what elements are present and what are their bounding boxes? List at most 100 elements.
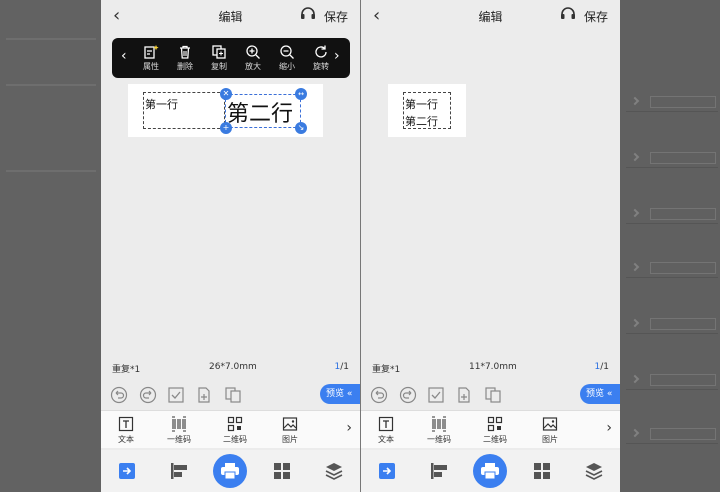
insert-text-button[interactable]: 文本 (369, 416, 403, 445)
repeat-count[interactable]: 重复*1 (372, 362, 400, 375)
zoom-out-icon (280, 45, 294, 59)
multi-select-icon[interactable] (167, 386, 185, 404)
import-icon[interactable] (377, 461, 397, 481)
multi-select-icon[interactable] (427, 386, 445, 404)
background-right-panel (620, 0, 720, 492)
toolbar-rotate-button[interactable]: 旋转 (306, 44, 336, 72)
duplicate-page-icon[interactable] (224, 386, 242, 404)
qrcode-icon (487, 416, 503, 432)
background-left-panel (0, 0, 101, 492)
page-title: 编辑 (218, 10, 243, 24)
toolbar-label: 复制 (211, 62, 227, 71)
print-button[interactable] (213, 454, 247, 488)
edit-sparkle-icon (144, 45, 159, 59)
label-canvas[interactable]: 第一行 第二行 (388, 84, 466, 137)
template-icon[interactable] (532, 461, 552, 481)
toolbar-label: 属性 (143, 62, 159, 71)
background-row (626, 204, 718, 224)
toolbar-properties-button[interactable]: 属性 (136, 44, 166, 72)
element-label: 二维码 (483, 435, 507, 444)
toolbar-next-icon[interactable]: › (334, 48, 340, 64)
align-icon[interactable] (429, 461, 449, 481)
image-icon (542, 417, 558, 431)
copy-icon (212, 45, 226, 59)
image-icon (282, 417, 298, 431)
preview-button[interactable]: 预览 « (320, 384, 360, 404)
toolbar-zoom-out-button[interactable]: 缩小 (272, 44, 302, 72)
insert-barcode-button[interactable]: 一维码 (422, 416, 456, 445)
toolbar-zoom-in-button[interactable]: 放大 (238, 44, 268, 72)
label-status-bar: 重复*1 26*7.0mm 1/1 (101, 362, 360, 376)
element-label: 一维码 (427, 435, 451, 444)
text-line-2: 第二行 (227, 102, 294, 127)
preview-button[interactable]: 预览 « (580, 384, 620, 404)
add-page-icon[interactable] (195, 386, 213, 404)
repeat-count[interactable]: 重复*1 (112, 362, 140, 375)
redo-icon[interactable] (139, 386, 157, 404)
element-label: 二维码 (223, 435, 247, 444)
delete-handle-icon[interactable]: ✕ (220, 88, 232, 100)
toolbar-label: 旋转 (313, 62, 329, 71)
ghost-line (6, 84, 96, 102)
insert-barcode-button[interactable]: 一维码 (162, 416, 196, 445)
toolbar-delete-button[interactable]: 删除 (170, 44, 200, 72)
more-elements-icon[interactable]: › (606, 420, 612, 436)
insert-qrcode-button[interactable]: 二维码 (478, 416, 512, 445)
align-icon[interactable] (169, 461, 189, 481)
undo-icon[interactable] (110, 386, 128, 404)
label-size[interactable]: 26*7.0mm (209, 362, 257, 372)
lock-handle-icon[interactable]: + (220, 122, 232, 134)
page-total: /1 (340, 362, 349, 372)
background-row (626, 148, 718, 168)
save-button[interactable]: 保存 (324, 8, 348, 25)
page-indicator[interactable]: 1/1 (595, 362, 610, 372)
add-page-icon[interactable] (455, 386, 473, 404)
background-row (626, 370, 718, 390)
insert-image-button[interactable]: 图片 (273, 416, 307, 445)
ghost-line (6, 170, 96, 188)
layers-icon[interactable] (584, 461, 604, 481)
toolbar-prev-icon[interactable]: ‹ (121, 48, 127, 64)
background-row (626, 314, 718, 334)
element-label: 图片 (542, 435, 558, 444)
resize-handle-icon[interactable]: ↘ (295, 122, 307, 134)
print-icon (481, 463, 499, 480)
label-size[interactable]: 11*7.0mm (469, 362, 517, 372)
header: ‹ 编辑 保存 (361, 0, 620, 30)
stretch-handle-icon[interactable]: ↔ (295, 88, 307, 100)
insert-text-button[interactable]: 文本 (109, 416, 143, 445)
page-indicator[interactable]: 1/1 (335, 362, 350, 372)
toolbar-label: 放大 (245, 62, 261, 71)
rotate-icon (315, 45, 327, 58)
text-line-2: 第二行 (405, 115, 438, 128)
undo-icon[interactable] (370, 386, 388, 404)
preview-label: 预览 (586, 389, 605, 399)
print-button[interactable] (473, 454, 507, 488)
layers-icon[interactable] (324, 461, 344, 481)
template-icon[interactable] (272, 461, 292, 481)
ghost-line (6, 38, 96, 56)
background-row (626, 92, 718, 112)
save-button[interactable]: 保存 (584, 8, 608, 25)
insert-image-button[interactable]: 图片 (533, 416, 567, 445)
toolbar-label: 删除 (177, 62, 193, 71)
import-icon[interactable] (117, 461, 137, 481)
background-row (626, 424, 718, 444)
bottom-nav (101, 450, 360, 492)
more-elements-icon[interactable]: › (346, 420, 352, 436)
barcode-icon (432, 416, 446, 432)
label-canvas[interactable]: 第一行 第二行 ✕ ↔ + ↘ (128, 84, 323, 137)
page-total: /1 (600, 362, 609, 372)
preview-label: 预览 (326, 389, 345, 399)
duplicate-page-icon[interactable] (484, 386, 502, 404)
headset-icon[interactable] (300, 6, 316, 22)
toolbar-label: 缩小 (279, 62, 295, 71)
insert-qrcode-button[interactable]: 二维码 (218, 416, 252, 445)
zoom-in-icon (246, 45, 260, 59)
toolbar-copy-button[interactable]: 复制 (204, 44, 234, 72)
label-status-bar: 重复*1 11*7.0mm 1/1 (361, 362, 620, 376)
barcode-icon (172, 416, 186, 432)
headset-icon[interactable] (560, 6, 576, 22)
redo-icon[interactable] (399, 386, 417, 404)
print-icon (221, 463, 239, 480)
